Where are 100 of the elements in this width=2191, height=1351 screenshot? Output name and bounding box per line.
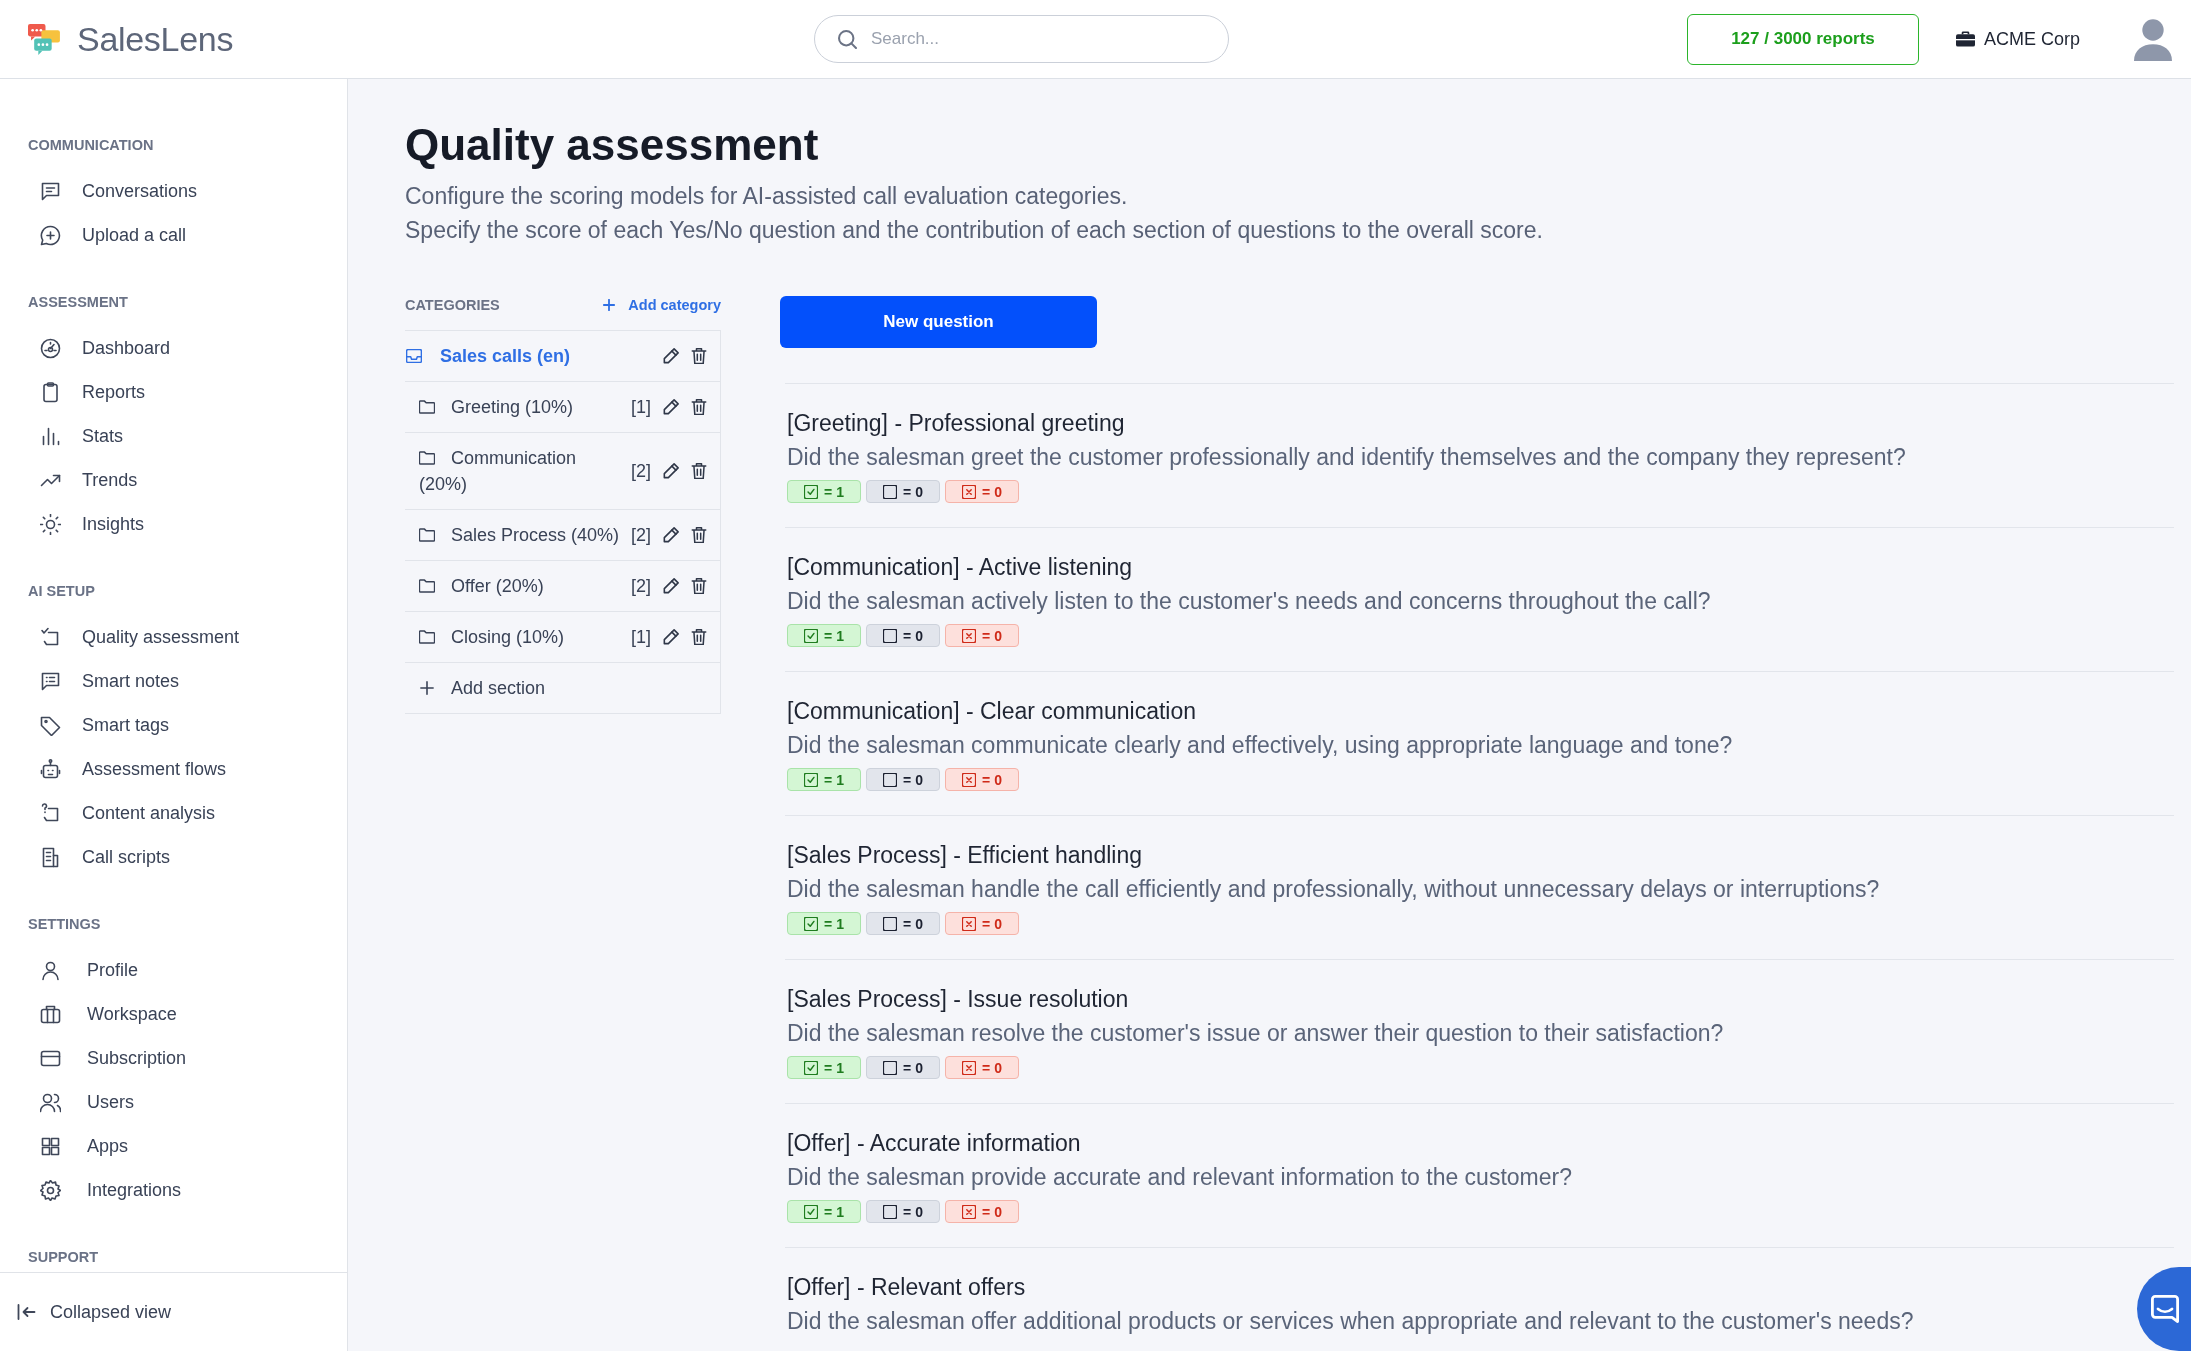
chat-launcher-button[interactable] bbox=[2137, 1267, 2191, 1351]
question-text: Did the salesman communicate clearly and effectively, using appropriate language and tone? bbox=[787, 731, 1733, 760]
sidebar-item[interactable]: Conversations bbox=[0, 169, 347, 213]
sidebar-item[interactable]: Subscription bbox=[0, 1036, 347, 1080]
add-section-button[interactable]: Add section bbox=[419, 675, 546, 701]
score-value: = 0 bbox=[903, 915, 923, 932]
sidebar-item[interactable]: Dashboard bbox=[0, 326, 347, 370]
delete-button[interactable] bbox=[691, 527, 707, 543]
delete-button[interactable] bbox=[691, 629, 707, 645]
sidebar-item[interactable]: Insights bbox=[0, 502, 347, 546]
trash-icon bbox=[691, 348, 707, 364]
sidebar-item[interactable]: Apps bbox=[0, 1124, 347, 1168]
sidebar-item[interactable]: Call scripts bbox=[0, 835, 347, 879]
score-value: = 1 bbox=[824, 771, 844, 788]
workspace-button[interactable]: ACME Corp bbox=[1955, 28, 2080, 50]
briefcase-icon bbox=[1955, 31, 1975, 47]
edit-button[interactable] bbox=[663, 463, 679, 479]
pencil-icon bbox=[663, 399, 679, 415]
delete-button[interactable] bbox=[691, 348, 707, 364]
message-lines-icon bbox=[40, 180, 61, 202]
briefcase-icon bbox=[40, 1003, 61, 1025]
avatar-icon[interactable] bbox=[2134, 17, 2172, 61]
question-text: Did the salesman greet the customer professionally and identify themselves and the company they represent? bbox=[787, 443, 1906, 472]
plus-icon bbox=[419, 681, 435, 695]
question-count: [2] bbox=[631, 524, 651, 547]
sidebar-item[interactable]: Trends bbox=[0, 458, 347, 502]
score-value: = 0 bbox=[903, 1059, 923, 1076]
plus-icon bbox=[603, 299, 616, 311]
tag-icon bbox=[40, 714, 61, 736]
edit-button[interactable] bbox=[663, 578, 679, 594]
sidebar-item[interactable]: Assessment flows bbox=[0, 747, 347, 791]
section-item[interactable]: Offer (20%) bbox=[419, 573, 625, 599]
add-category-link[interactable]: Add category bbox=[603, 296, 721, 314]
categories-heading: CATEGORIES bbox=[405, 296, 500, 314]
sidebar-item[interactable]: Smart notes bbox=[0, 659, 347, 703]
gauge-icon bbox=[40, 337, 61, 359]
sidebar-item[interactable]: Integrations bbox=[0, 1168, 347, 1212]
sidebar-item[interactable]: Workspace bbox=[0, 992, 347, 1036]
folder-icon bbox=[419, 528, 435, 542]
list-message-icon bbox=[40, 670, 61, 692]
category-item[interactable]: Sales calls (en) bbox=[406, 343, 651, 369]
question-text: Did the salesman provide accurate and relevant information to the customer? bbox=[787, 1163, 1572, 1192]
sidebar-item[interactable]: Content analysis bbox=[0, 791, 347, 835]
page-title: Quality assessment bbox=[405, 119, 820, 171]
score-value: = 0 bbox=[982, 483, 1002, 500]
question-title: [Communication] - Active listening bbox=[787, 553, 1133, 582]
score-value: = 1 bbox=[824, 1203, 844, 1220]
trash-icon bbox=[691, 463, 707, 479]
sidebar-item[interactable]: Smart tags bbox=[0, 703, 347, 747]
pencil-icon bbox=[663, 629, 679, 645]
edit-button[interactable] bbox=[663, 629, 679, 645]
user-icon bbox=[40, 959, 61, 981]
sidebar-item[interactable]: Users bbox=[0, 1080, 347, 1124]
sun-icon bbox=[40, 513, 61, 535]
question-count: [1] bbox=[631, 396, 651, 419]
document-icon bbox=[40, 846, 61, 868]
score-value: = 0 bbox=[903, 483, 923, 500]
sidebar-item[interactable]: Profile bbox=[0, 948, 347, 992]
section-item[interactable]: Sales Process (40%) bbox=[419, 522, 625, 548]
bar-chart-icon bbox=[40, 425, 61, 447]
chat-plus-icon bbox=[40, 224, 61, 246]
section-item[interactable]: Greeting (10%) bbox=[419, 394, 625, 420]
delete-button[interactable] bbox=[691, 399, 707, 415]
new-question-button[interactable]: New question bbox=[780, 296, 1097, 348]
question-square-icon bbox=[40, 802, 61, 824]
section-heading: ASSESSMENT bbox=[27, 293, 129, 311]
sidebar-item[interactable]: Reports bbox=[0, 370, 347, 414]
sidebar-item[interactable]: Upload a call bbox=[0, 213, 347, 257]
folder-icon bbox=[419, 451, 435, 465]
pencil-icon bbox=[663, 527, 679, 543]
search-field[interactable]: Search... bbox=[814, 15, 1229, 63]
edit-button[interactable] bbox=[663, 399, 679, 415]
section-heading: SETTINGS bbox=[27, 915, 102, 933]
collapse-icon bbox=[17, 1304, 36, 1320]
question-text: Did the salesman actively listen to the customer's needs and concerns throughout the call? bbox=[787, 587, 1711, 616]
delete-button[interactable] bbox=[691, 463, 707, 479]
chat-icon bbox=[2151, 1295, 2179, 1323]
logo-icon bbox=[28, 23, 63, 55]
users-icon bbox=[40, 1091, 61, 1113]
section-item[interactable]: Closing (10%) bbox=[419, 624, 625, 650]
question-title: [Offer] - Relevant offers bbox=[787, 1273, 1026, 1302]
question-title: [Communication] - Clear communication bbox=[787, 697, 1197, 726]
edit-button[interactable] bbox=[663, 348, 679, 364]
section-item[interactable]: Communication (20%) bbox=[419, 445, 625, 497]
sidebar-item[interactable]: Quality assessment bbox=[0, 615, 347, 659]
score-value: = 0 bbox=[982, 915, 1002, 932]
collapse-button[interactable]: Collapsed view bbox=[17, 1301, 172, 1323]
score-value: = 1 bbox=[824, 483, 844, 500]
folder-icon bbox=[419, 579, 435, 593]
delete-button[interactable] bbox=[691, 578, 707, 594]
trash-icon bbox=[691, 527, 707, 543]
pencil-icon bbox=[663, 578, 679, 594]
section-heading: AI SETUP bbox=[27, 582, 96, 600]
question-title: [Sales Process] - Efficient handling bbox=[787, 841, 1142, 870]
score-value: = 0 bbox=[903, 627, 923, 644]
score-value: = 0 bbox=[903, 771, 923, 788]
edit-button[interactable] bbox=[663, 527, 679, 543]
clipboard-icon bbox=[40, 381, 61, 403]
sidebar-item[interactable]: Stats bbox=[0, 414, 347, 458]
question-count: [1] bbox=[631, 626, 651, 649]
